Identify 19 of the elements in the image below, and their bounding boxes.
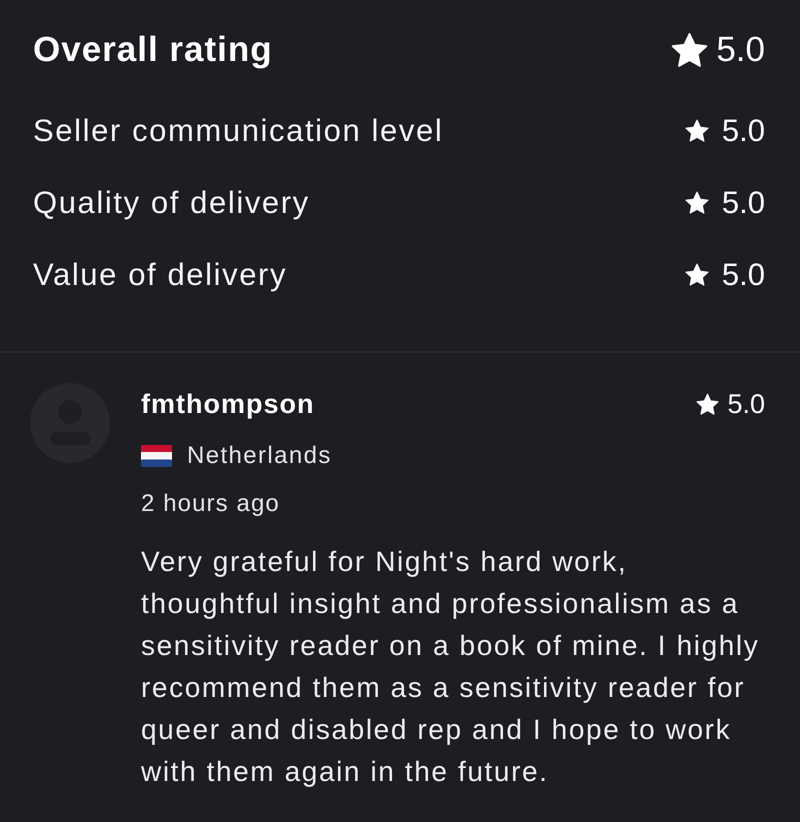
star-icon [696, 392, 720, 416]
star-icon [684, 119, 709, 143]
star-icon [684, 263, 709, 287]
flag-icon [141, 445, 172, 467]
criterion-rating-value: 5.0 [722, 112, 765, 150]
criterion-rating-value: 5.0 [722, 184, 765, 222]
criterion-label: Value of delivery [33, 256, 288, 294]
star-icon [671, 32, 708, 68]
star-icon [684, 191, 709, 215]
overall-rating-value: 5.0 [716, 28, 765, 71]
reviewer-country: Netherlands [187, 441, 332, 471]
criterion-label: Seller communication level [33, 112, 444, 150]
review-time: 2 hours ago [141, 489, 280, 519]
criterion-rating-value: 5.0 [722, 256, 765, 294]
review-rating-value: 5.0 [727, 388, 765, 421]
review-text: Very grateful for Night's hard work, thoughtful insight and professionalism as a sensitivity reader on a book of mine. I highly recommend them as a sensitivity reader for queer and disabled rep and I hope to work with them again in the future. [141, 545, 760, 789]
reviewer-name[interactable]: fmthompson [141, 384, 314, 424]
criterion-label: Quality of delivery [33, 184, 310, 222]
overall-rating-label: Overall rating [33, 28, 273, 71]
